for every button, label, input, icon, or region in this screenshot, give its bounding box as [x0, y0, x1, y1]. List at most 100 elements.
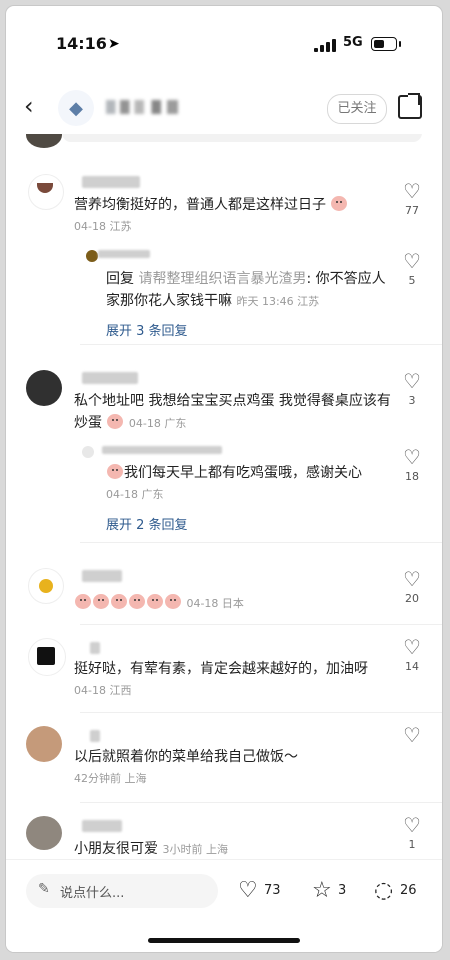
- expand-replies-link[interactable]: 展开 2 条回复: [106, 514, 188, 533]
- status-time: 14:16: [56, 34, 107, 53]
- reply-text: 我们每天早上都有吃鸡蛋哦，感谢关心: [106, 462, 362, 484]
- like-icon[interactable]: ♡: [400, 446, 424, 468]
- avatar[interactable]: [82, 446, 94, 458]
- like-count: 73: [264, 883, 281, 898]
- like-count: 14: [405, 660, 419, 673]
- like-icon[interactable]: ♡: [400, 724, 424, 746]
- like-icon[interactable]: ♡: [400, 370, 424, 392]
- avatar[interactable]: [26, 816, 62, 850]
- comment-item: 私个地址吧 我想给宝宝买点鸡蛋 我觉得餐桌应该有炒蛋 04-18 广东 ♡ 3: [6, 364, 442, 444]
- avatar[interactable]: ◆: [58, 90, 94, 126]
- expand-replies-link[interactable]: 展开 3 条回复: [106, 320, 188, 339]
- like-count: 5: [408, 274, 416, 287]
- comment-meta: 04-18 日本: [186, 597, 244, 610]
- emoji-icon: [107, 464, 123, 479]
- divider: [80, 624, 442, 625]
- blurred-username: [98, 250, 150, 258]
- phone-screen: 14:16 ➤ 5G ‹ ◆ 已关注 营养均衡挺好的，普通人都是这样过日子 04…: [6, 6, 442, 952]
- like-icon[interactable]: ♡: [400, 636, 424, 658]
- emoji-icon: [129, 594, 145, 609]
- reply-meta: 昨天 13:46 江苏: [236, 295, 320, 308]
- reply-meta: 04-18 广东: [106, 488, 164, 501]
- comment-item: 以后就照着你的菜单给我自己做饭～ 42分钟前 上海 ♡: [6, 724, 442, 800]
- comment-text: 以后就照着你的菜单给我自己做饭～: [74, 749, 298, 765]
- blurred-username: [106, 100, 201, 114]
- comment-item: 挺好哒，有荤有素，肯定会越来越好的，加油呀 04-18 江西 ♡ 14: [6, 634, 442, 704]
- comment-count: 26: [400, 883, 417, 898]
- avatar[interactable]: [26, 134, 62, 148]
- comment-text: 营养均衡挺好的，普通人都是这样过日子: [74, 194, 348, 216]
- reply-item: 我们每天早上都有吃鸡蛋哦，感谢关心 04-18 广东 ♡ 18 展开 2 条回复: [6, 440, 442, 536]
- home-indicator: [148, 938, 300, 943]
- like-count: 3: [408, 394, 416, 407]
- avatar[interactable]: [86, 250, 98, 262]
- status-bar: 14:16 ➤ 5G: [6, 6, 442, 82]
- pen-icon: ✎: [38, 881, 50, 897]
- comment-text: 小朋友很可爱 3小时前 上海: [74, 838, 228, 859]
- like-count: 18: [405, 470, 419, 483]
- avatar[interactable]: [28, 638, 66, 676]
- divider: [80, 712, 442, 713]
- emoji-icon: [111, 594, 127, 609]
- emoji-icon: [75, 594, 91, 609]
- comment-input[interactable]: ✎ 说点什么...: [26, 874, 218, 908]
- like-icon[interactable]: ♡: [400, 180, 424, 202]
- divider: [80, 802, 442, 803]
- previous-comment-preview: [62, 134, 422, 142]
- like-count: 77: [405, 204, 419, 217]
- comments-list: 营养均衡挺好的，普通人都是这样过日子 04-18 江苏 ♡ 77 回复 请帮整理…: [6, 134, 442, 859]
- comment-item: 04-18 日本 ♡ 20: [6, 562, 442, 628]
- comment-text-content: 营养均衡挺好的，普通人都是这样过日子: [74, 197, 326, 213]
- top-bar: ‹ ◆ 已关注: [6, 82, 442, 134]
- reply-text: 回复 请帮整理组织语言暴光渣男: 你不答应人家那你花人家钱干嘛 昨天 13:46…: [106, 268, 390, 313]
- star-icon[interactable]: ☆: [312, 878, 332, 903]
- comment-placeholder: 说点什么...: [60, 886, 125, 901]
- battery-icon: [371, 37, 401, 51]
- blurred-username: [102, 446, 222, 454]
- like-icon[interactable]: ♡: [400, 250, 424, 272]
- star-count: 3: [338, 883, 347, 898]
- comment-meta: 04-18 江苏: [74, 220, 132, 233]
- blurred-username: [82, 176, 140, 188]
- share-icon[interactable]: [398, 93, 422, 119]
- blurred-username: [82, 820, 122, 832]
- blurred-username: [90, 730, 100, 742]
- emoji-icon: [93, 594, 109, 609]
- like-icon[interactable]: ♡: [238, 878, 258, 903]
- comment-item: 营养均衡挺好的，普通人都是这样过日子 04-18 江苏 ♡ 77: [6, 170, 442, 250]
- comment-item: 小朋友很可爱 3小时前 上海 ♡ 1: [6, 814, 442, 859]
- reply-item: 回复 请帮整理组织语言暴光渣男: 你不答应人家那你花人家钱干嘛 昨天 13:46…: [6, 244, 442, 339]
- blurred-username: [90, 642, 100, 654]
- back-icon[interactable]: ‹: [24, 92, 34, 120]
- emoji-icon: [165, 594, 181, 609]
- avatar[interactable]: [28, 174, 64, 210]
- like-icon[interactable]: ♡: [400, 814, 424, 836]
- divider: [80, 344, 442, 345]
- emoji-icon: [107, 414, 124, 429]
- emoji-icon: [331, 196, 348, 211]
- comment-text: 04-18 日本: [74, 592, 244, 615]
- comment-text: 私个地址吧 我想给宝宝买点鸡蛋 我觉得餐桌应该有炒蛋 04-18 广东: [74, 390, 394, 435]
- comment-text: 挺好哒，有荤有素，肯定会越来越好的，加油呀: [74, 661, 368, 677]
- avatar[interactable]: [26, 726, 62, 762]
- comment-meta: 3小时前 上海: [162, 843, 228, 856]
- divider: [80, 542, 442, 543]
- comment-text-content: 小朋友很可爱: [74, 841, 158, 857]
- like-icon[interactable]: ♡: [400, 568, 424, 590]
- signal-icon: [314, 38, 336, 52]
- emoji-icon: [147, 594, 163, 609]
- comment-icon[interactable]: ◌: [374, 878, 393, 903]
- like-count: 1: [408, 838, 416, 851]
- blurred-username: [82, 570, 122, 582]
- reply-prefix: 回复: [106, 271, 134, 287]
- avatar[interactable]: [28, 568, 64, 604]
- like-count: 20: [405, 592, 419, 605]
- avatar[interactable]: [26, 370, 62, 406]
- network-label: 5G: [343, 35, 363, 50]
- location-arrow-icon: ➤: [108, 36, 120, 52]
- follow-button[interactable]: 已关注: [327, 94, 387, 124]
- reply-target[interactable]: 请帮整理组织语言暴光渣男: [138, 271, 306, 287]
- comment-meta: 42分钟前 上海: [74, 772, 147, 785]
- reply-content: 我们每天早上都有吃鸡蛋哦，感谢关心: [124, 465, 362, 481]
- blurred-username: [82, 372, 138, 384]
